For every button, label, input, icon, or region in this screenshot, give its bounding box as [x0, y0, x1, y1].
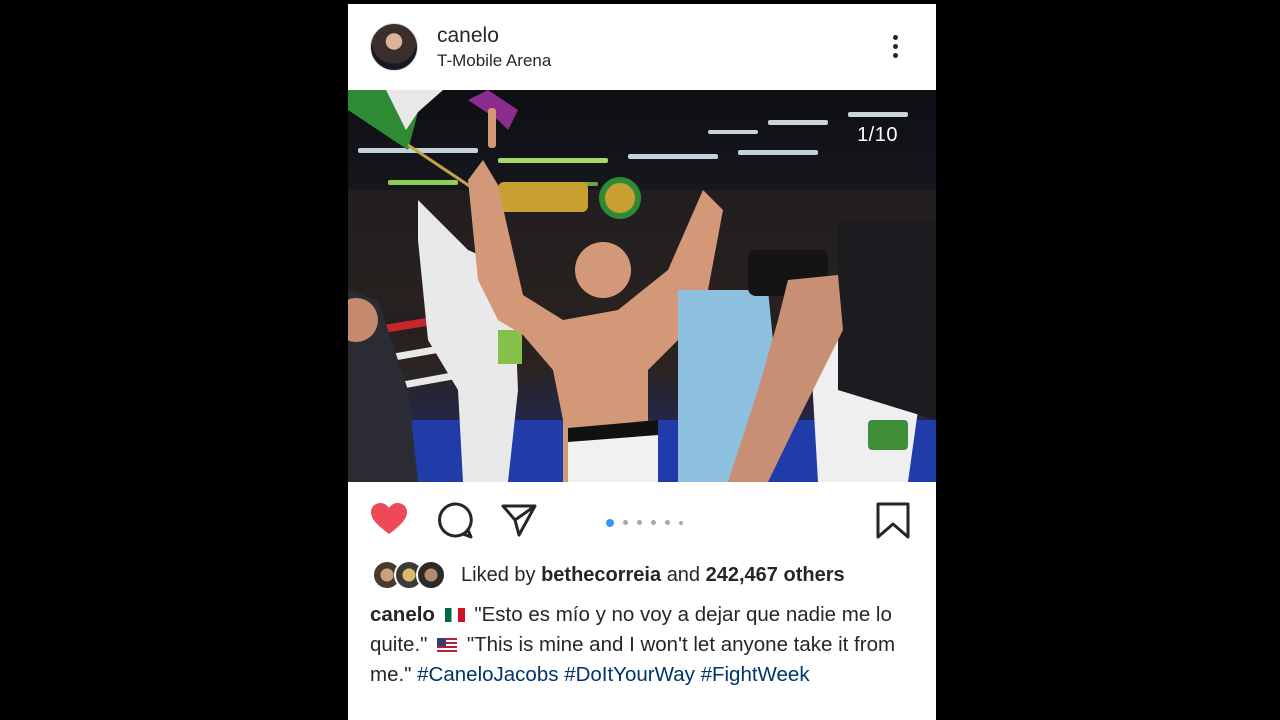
action-bar	[348, 490, 936, 548]
bookmark-icon[interactable]	[873, 500, 913, 540]
likes-count[interactable]: 242,467 others	[706, 564, 845, 586]
carousel-dot	[679, 520, 683, 525]
caption: canelo "Esto es mío y no voy a dejar que…	[370, 600, 918, 690]
photo-scene	[348, 90, 936, 482]
carousel-counter: 1/10	[857, 124, 898, 146]
carousel-dot-active	[606, 518, 614, 527]
carousel-indicator	[606, 514, 692, 532]
liker-avatar[interactable]	[416, 560, 446, 590]
username[interactable]: canelo	[437, 24, 499, 48]
carousel-dot	[637, 520, 642, 526]
liked-by-user[interactable]: bethecorreia	[541, 564, 661, 586]
caption-author[interactable]: canelo	[370, 603, 435, 626]
hashtag[interactable]: #DoItYourWay	[564, 663, 695, 686]
comment-icon[interactable]	[435, 500, 475, 540]
post-photo[interactable]: 1/10	[348, 90, 936, 482]
likes-prefix: Liked by	[461, 564, 536, 586]
heart-icon[interactable]	[369, 500, 409, 540]
more-vertical-icon[interactable]	[884, 32, 906, 66]
post-header: canelo T-Mobile Arena	[348, 4, 936, 90]
likes-row: Liked by bethecorreia and 242,467 others	[372, 560, 932, 594]
likes-conj: and	[666, 564, 701, 586]
instagram-post: canelo T-Mobile Arena 1/10 Liked by beth…	[348, 4, 936, 720]
paper-plane-icon[interactable]	[499, 500, 539, 540]
avatar[interactable]	[370, 23, 418, 71]
hashtag[interactable]: #CaneloJacobs	[417, 663, 558, 686]
carousel-dot	[665, 520, 670, 526]
carousel-dot	[651, 520, 656, 526]
likes-text[interactable]: Liked by bethecorreia and 242,467 others	[461, 564, 845, 587]
mexico-flag-icon	[444, 608, 465, 622]
us-flag-icon	[437, 638, 458, 652]
hashtag[interactable]: #FightWeek	[701, 663, 810, 686]
carousel-dot	[623, 520, 628, 526]
location[interactable]: T-Mobile Arena	[437, 51, 551, 71]
